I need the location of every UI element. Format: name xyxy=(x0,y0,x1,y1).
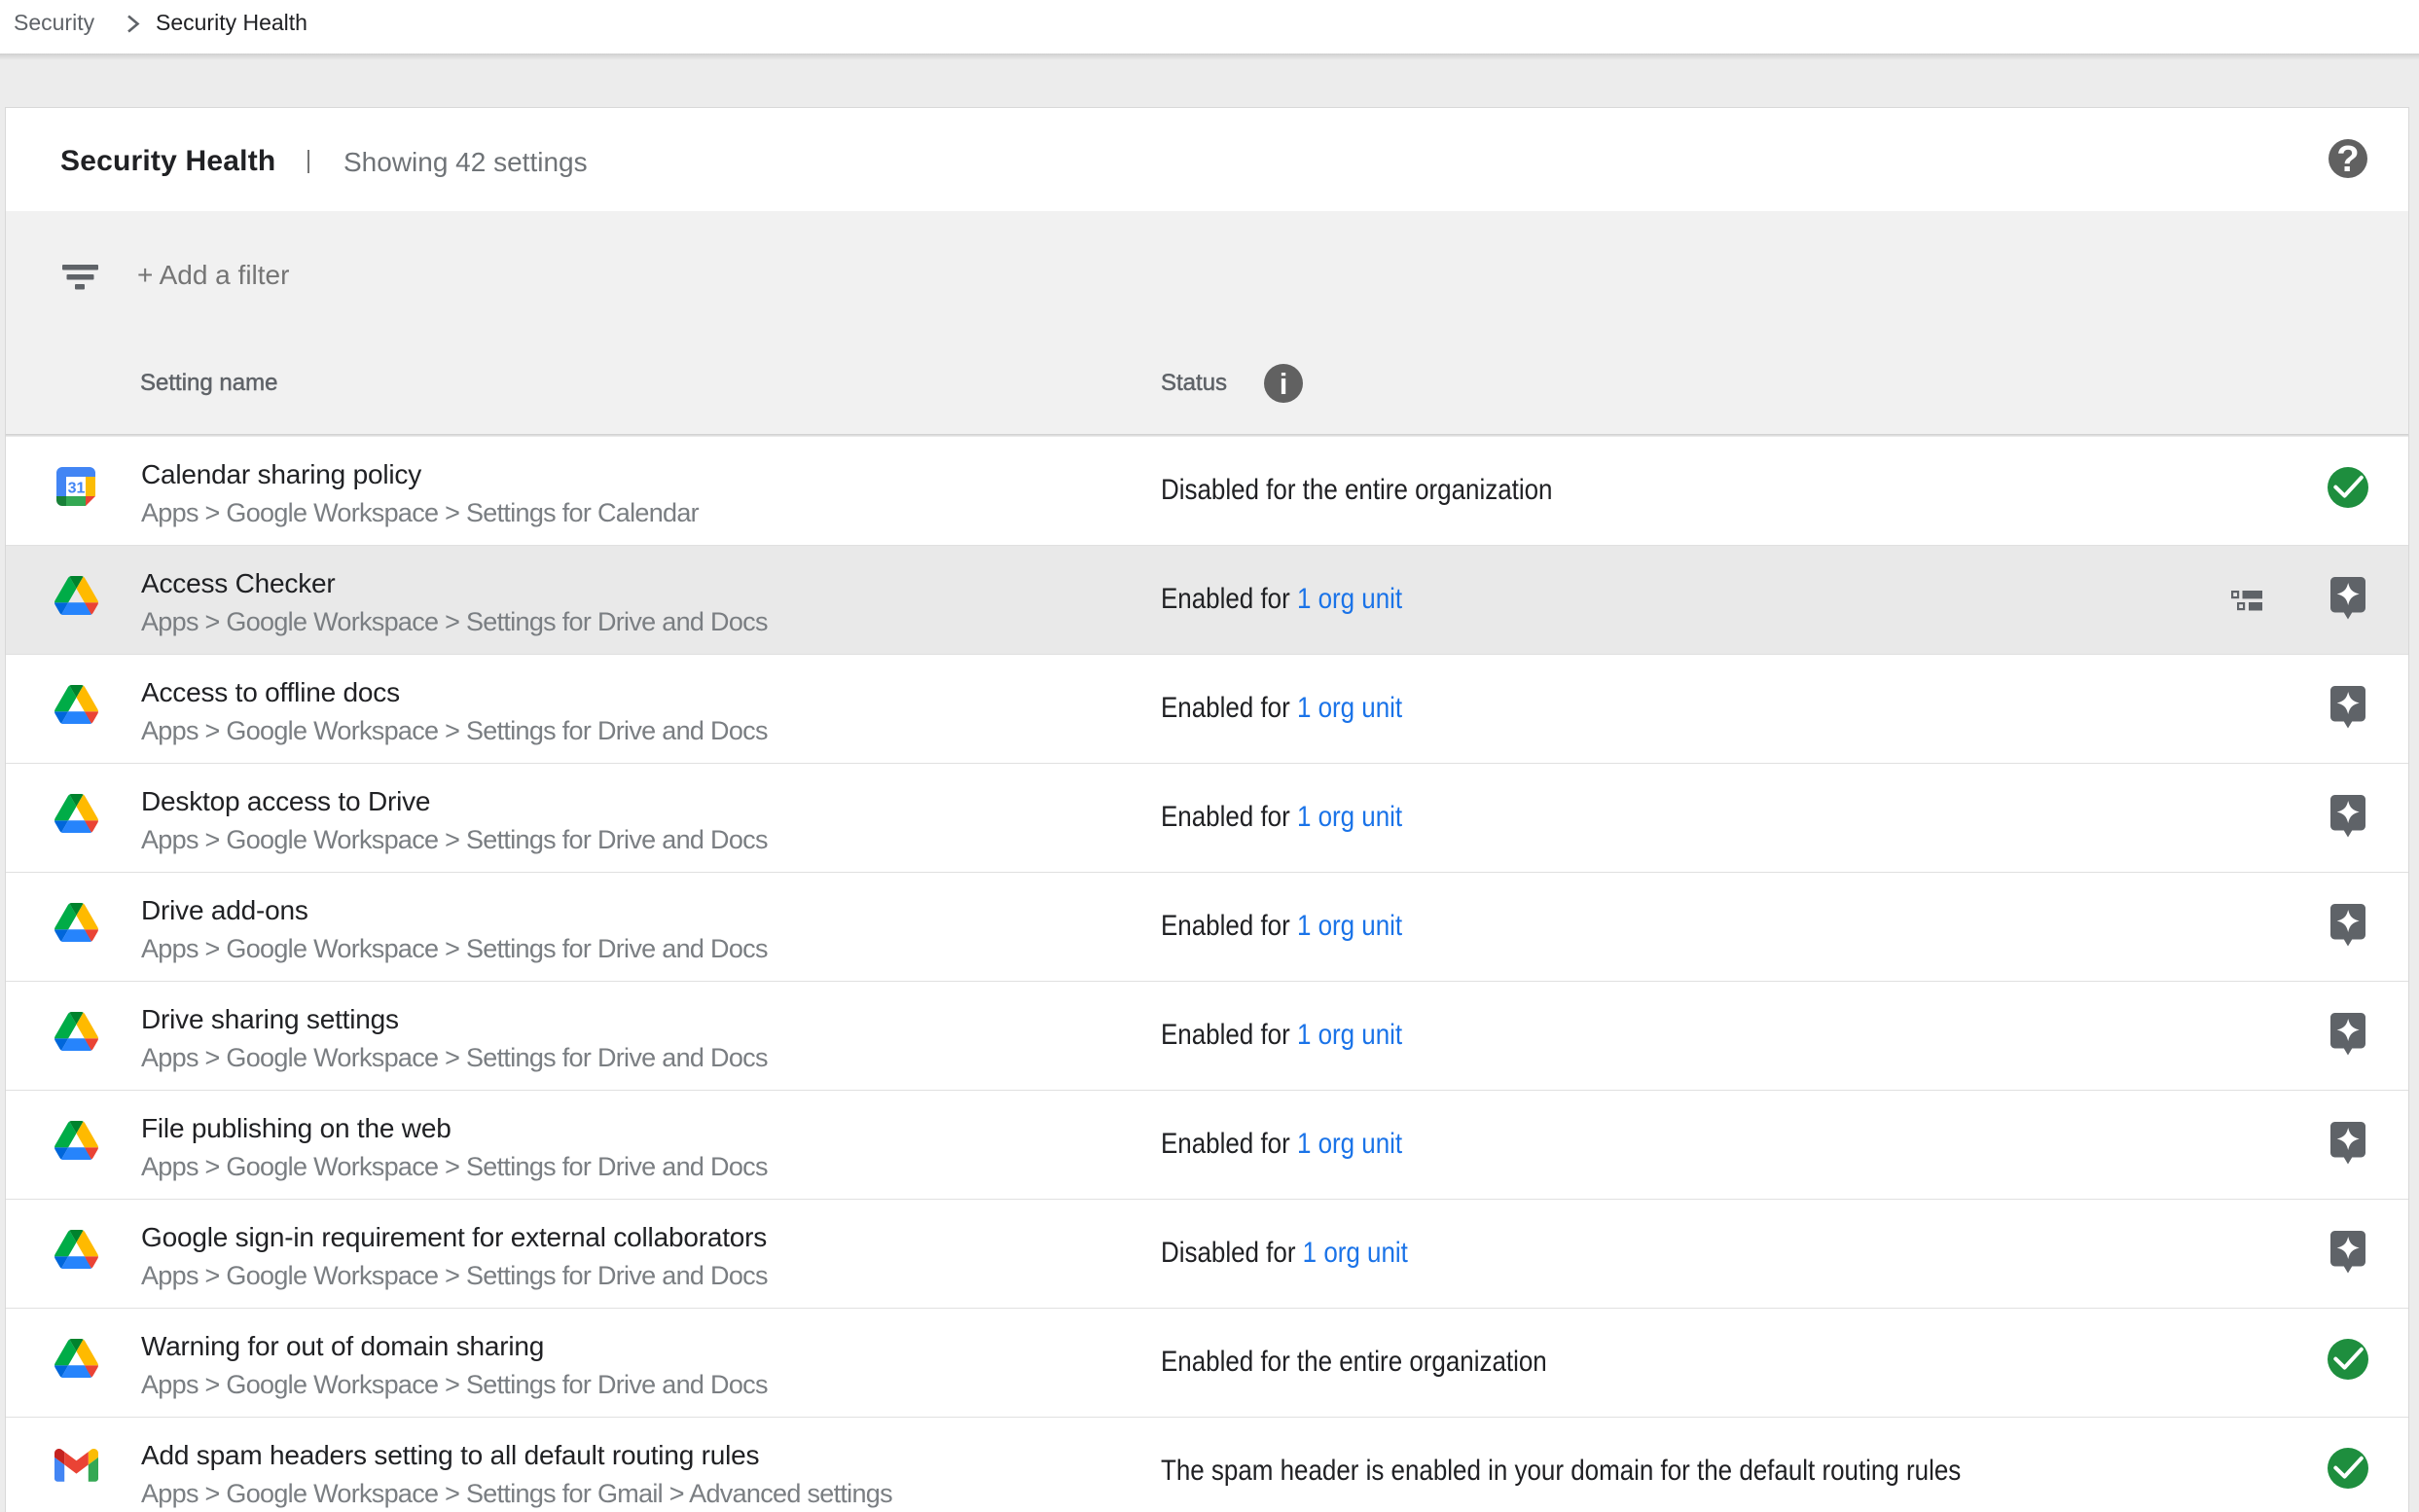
svg-text:31: 31 xyxy=(68,481,86,497)
